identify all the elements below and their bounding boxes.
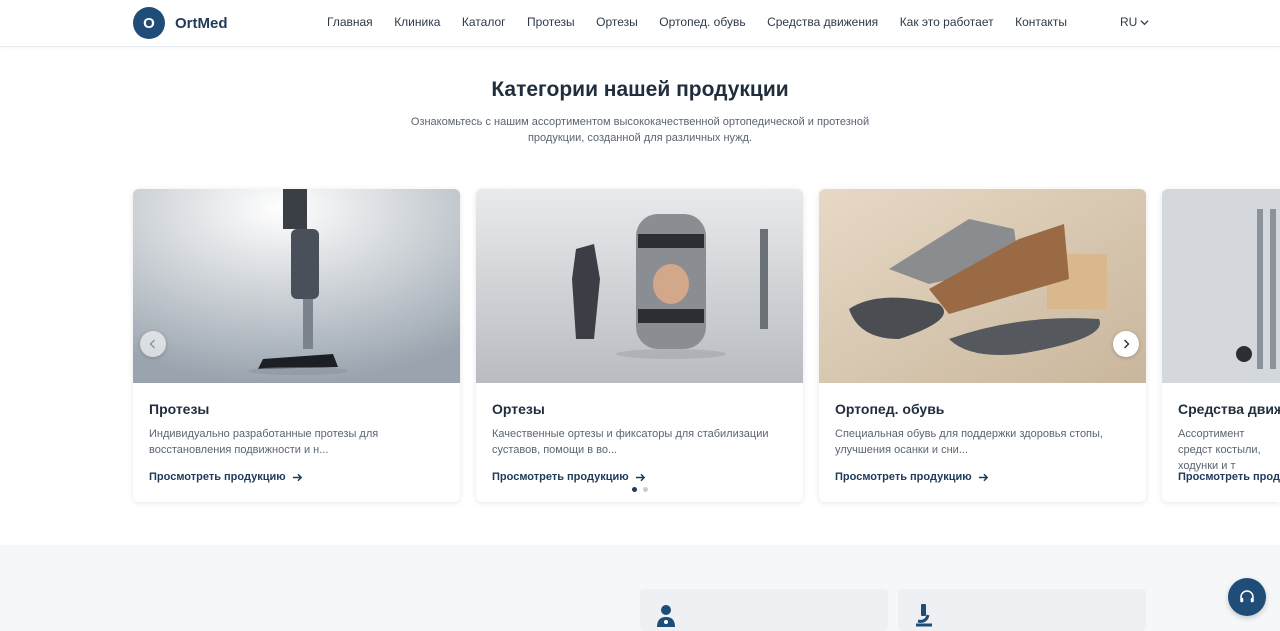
nav-mobility-aids[interactable]: Средства движения [767,15,878,29]
carousel-dot-1[interactable] [632,487,637,492]
prosthesis-image [133,189,460,383]
chat-support-button[interactable] [1228,578,1266,616]
carousel-prev-button[interactable] [140,331,166,357]
view-products-link[interactable]: Просмотреть прод [1178,471,1280,483]
nav-prostheses[interactable]: Протезы [527,15,575,29]
link-label: Просмотреть прод [1178,471,1280,483]
orthopedic-shoes-image [819,189,1146,383]
site-header: O OrtMed Главная Клиника Каталог Протезы… [0,0,1280,47]
feature-card-doctor [640,589,888,631]
carousel-dots [632,487,648,492]
view-products-link[interactable]: Просмотреть продукцию [835,471,989,483]
nav-contacts[interactable]: Контакты [1015,15,1067,29]
card-description: Индивидуально разработанные протезы для … [149,428,379,456]
language-label: RU [1120,15,1138,29]
section-subtitle: Ознакомьтесь с нашим ассортиментом высок… [410,116,870,144]
card-title: Ортезы [492,401,545,417]
carousel-dot-2[interactable] [643,487,648,492]
card-description: Специальная обувь для поддержки здоровья… [835,428,1103,456]
orthosis-image [476,189,803,383]
view-products-link[interactable]: Просмотреть продукцию [492,471,646,483]
feature-card-lab [898,589,1146,631]
microscope-icon [916,604,932,627]
category-card-ortho-shoes[interactable]: Ортопед. обувь Специальная обувь для под… [819,189,1146,502]
carousel-next-button[interactable] [1113,331,1139,357]
language-selector[interactable]: RU [1120,15,1149,29]
arrow-right-icon [978,473,988,481]
link-label: Просмотреть продукцию [835,471,972,483]
headset-icon [1240,590,1254,603]
card-title: Ортопед. обувь [835,401,945,417]
nav-catalog[interactable]: Каталог [462,15,506,29]
category-card-orthoses[interactable]: Ортезы Качественные ортезы и фиксаторы д… [476,189,803,502]
category-card-prostheses[interactable]: Протезы Индивидуально разработанные прот… [133,189,460,502]
arrow-right-icon [292,473,302,481]
arrow-right-icon [635,473,645,481]
nav-ortho-shoes[interactable]: Ортопед. обувь [659,15,745,29]
nav-how-it-works[interactable]: Как это работает [900,15,994,29]
logo-text: OrtMed [175,14,228,32]
logo-mark: O [133,7,165,39]
section-title: Категории нашей продукции [491,78,789,101]
link-label: Просмотреть продукцию [149,471,286,483]
card-description: Качественные ортезы и фиксаторы для стаб… [492,428,769,456]
card-description: Ассортимент средст костыли, ходунки и т [1178,428,1261,472]
mobility-aids-image [1162,189,1280,383]
card-title: Протезы [149,401,210,417]
logo[interactable]: O OrtMed [133,7,228,39]
link-label: Просмотреть продукцию [492,471,629,483]
chevron-left-icon [149,339,155,349]
chevron-down-icon [1140,19,1149,25]
main-nav: Главная Клиника Каталог Протезы Ортезы О… [327,15,1088,29]
card-title: Средства движ [1178,401,1280,417]
doctor-icon [657,605,675,627]
nav-orthoses[interactable]: Ортезы [596,15,638,29]
view-products-link[interactable]: Просмотреть продукцию [149,471,303,483]
chevron-right-icon [1124,339,1130,349]
nav-clinic[interactable]: Клиника [394,15,440,29]
nav-home[interactable]: Главная [327,15,373,29]
category-card-mobility-aids[interactable]: Средства движ Ассортимент средст костыли… [1162,189,1280,502]
